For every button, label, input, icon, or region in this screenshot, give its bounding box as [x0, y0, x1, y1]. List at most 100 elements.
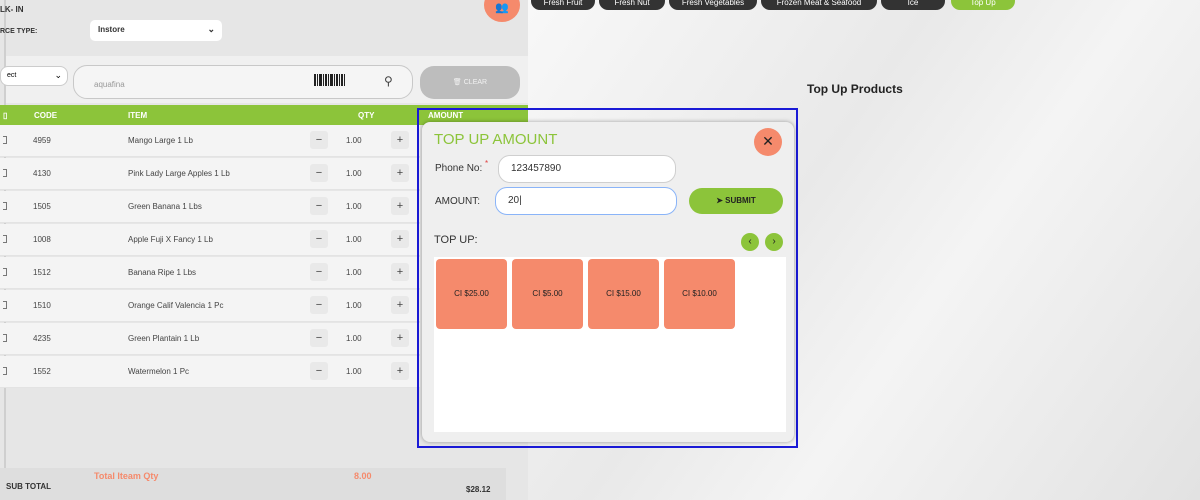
row-qty: 1.00 [346, 367, 362, 376]
phone-label: Phone No: * [435, 159, 488, 174]
row-checkbox[interactable] [3, 268, 7, 276]
table-row[interactable]: 1008 Apple Fuji X Fancy 1 Lb − 1.00 + [0, 224, 420, 256]
row-item: Orange Calif Valencia 1 Pc [128, 301, 224, 310]
qty-decrease-button[interactable]: − [310, 362, 328, 380]
row-qty: 1.00 [346, 301, 362, 310]
summary-bar: Total Iteam Qty 8.00 SUB TOTAL $28.12 [0, 468, 506, 500]
search-icon[interactable]: ⚲ [384, 74, 393, 88]
col-qty: QTY [358, 111, 375, 120]
row-item: Pink Lady Large Apples 1 Lb [128, 169, 230, 178]
qty-increase-button[interactable]: + [391, 197, 409, 215]
submit-button[interactable]: ➤ SUBMIT [689, 188, 783, 214]
table-row[interactable]: 1510 Orange Calif Valencia 1 Pc − 1.00 + [0, 290, 420, 322]
qty-increase-button[interactable]: + [391, 329, 409, 347]
next-arrow-icon[interactable]: › [765, 233, 783, 251]
subtotal-label: SUB TOTAL [6, 482, 52, 491]
row-qty: 1.00 [346, 169, 362, 178]
filter-select-value: ect [7, 72, 17, 79]
qty-increase-button[interactable]: + [391, 263, 409, 281]
total-qty-label: Total Iteam Qty [94, 471, 159, 481]
row-checkbox[interactable] [3, 334, 7, 342]
amount-input[interactable]: 20| [495, 187, 677, 215]
table-row[interactable]: 4959 Mango Large 1 Lb − 1.00 + [0, 125, 420, 157]
filter-select[interactable]: ect ⌄ [0, 66, 68, 86]
table-row[interactable]: 4235 Green Plantain 1 Lb − 1.00 + [0, 323, 420, 355]
qty-increase-button[interactable]: + [391, 362, 409, 380]
prev-arrow-icon[interactable]: ‹ [741, 233, 759, 251]
qty-increase-button[interactable]: + [391, 131, 409, 149]
row-code: 4959 [33, 136, 51, 145]
row-code: 4235 [33, 334, 51, 343]
category-tab-fresh-vegetables[interactable]: Fresh Vegetables [669, 0, 757, 10]
qty-decrease-button[interactable]: − [310, 329, 328, 347]
row-qty: 1.00 [346, 202, 362, 211]
phone-input[interactable]: 123457890 [498, 155, 676, 183]
col-code: CODE [34, 111, 58, 120]
topup-tile[interactable]: CI $15.00 [588, 259, 659, 329]
category-tab-top-up[interactable]: Top Up [951, 0, 1015, 10]
col-item: ITEM [128, 111, 148, 120]
qty-increase-button[interactable]: + [391, 230, 409, 248]
clear-button-label: CLEAR [463, 79, 488, 86]
row-code: 1008 [33, 235, 51, 244]
submit-button-label: SUBMIT [725, 196, 756, 205]
row-item: Mango Large 1 Lb [128, 136, 193, 145]
required-mark: * [485, 159, 489, 168]
row-item: Green Plantain 1 Lb [128, 334, 200, 343]
qty-increase-button[interactable]: + [391, 164, 409, 182]
chevron-down-icon: ⌄ [54, 70, 62, 80]
clear-button[interactable]: 🗑 CLEAR [420, 66, 520, 99]
product-search-input[interactable]: aquafina ⚲ [73, 65, 413, 99]
row-code: 1510 [33, 301, 51, 310]
row-qty: 1.00 [346, 268, 362, 277]
amount-label: AMOUNT: [435, 196, 480, 207]
category-tab-ice[interactable]: Ice [881, 0, 945, 10]
row-item: Apple Fuji X Fancy 1 Lb [128, 235, 213, 244]
source-type-select[interactable]: Instore ⌄ [90, 20, 222, 41]
row-code: 1505 [33, 202, 51, 211]
row-code: 1552 [33, 367, 51, 376]
topup-tile-grid: CI $25.00 CI $5.00 CI $15.00 CI $10.00 [434, 257, 786, 432]
table-row[interactable]: 4130 Pink Lady Large Apples 1 Lb − 1.00 … [0, 158, 420, 190]
qty-decrease-button[interactable]: − [310, 164, 328, 182]
category-tab-frozen-meat-seafood[interactable]: Frozen Meat & Seafood [761, 0, 877, 10]
phone-input-value: 123457890 [511, 163, 562, 174]
search-placeholder: aquafina [94, 80, 125, 89]
select-all-checkbox[interactable]: ▯ [3, 111, 7, 120]
row-qty: 1.00 [346, 136, 362, 145]
row-checkbox[interactable] [3, 169, 7, 177]
qty-decrease-button[interactable]: − [310, 197, 328, 215]
qty-increase-button[interactable]: + [391, 296, 409, 314]
topup-tile[interactable]: CI $5.00 [512, 259, 583, 329]
row-checkbox[interactable] [3, 235, 7, 243]
qty-decrease-button[interactable]: − [310, 296, 328, 314]
qty-decrease-button[interactable]: − [310, 131, 328, 149]
category-tab-fresh-nut[interactable]: Fresh Nut [599, 0, 665, 10]
category-tab-fresh-fruit[interactable]: Fresh Fruit [531, 0, 595, 10]
row-checkbox[interactable] [3, 202, 7, 210]
topup-products-heading: Top Up Products [807, 82, 903, 96]
qty-decrease-button[interactable]: − [310, 263, 328, 281]
chevron-down-icon: ⌄ [207, 24, 215, 34]
row-code: 4130 [33, 169, 51, 178]
topup-tile[interactable]: CI $25.00 [436, 259, 507, 329]
qty-decrease-button[interactable]: − [310, 230, 328, 248]
row-item: Green Banana 1 Lbs [128, 202, 202, 211]
topup-tile[interactable]: CI $10.00 [664, 259, 735, 329]
row-checkbox[interactable] [3, 301, 7, 309]
amount-input-value: 20 [508, 195, 520, 206]
row-checkbox[interactable] [3, 367, 7, 375]
table-row[interactable]: 1505 Green Banana 1 Lbs − 1.00 + [0, 191, 420, 223]
row-checkbox[interactable] [3, 136, 7, 144]
subtotal-value: $28.12 [466, 485, 491, 494]
table-row[interactable]: 1512 Banana Ripe 1 Lbs − 1.00 + [0, 257, 420, 289]
total-qty-value: 8.00 [354, 471, 372, 481]
row-code: 1512 [33, 268, 51, 277]
table-row[interactable]: 1552 Watermelon 1 Pc − 1.00 + [0, 356, 420, 388]
page-title: LK- IN [0, 5, 24, 14]
row-item: Watermelon 1 Pc [128, 367, 190, 376]
source-type-value: Instore [98, 25, 125, 34]
barcode-icon[interactable] [314, 74, 348, 86]
close-icon[interactable]: ✕ [754, 128, 782, 156]
source-type-label: RCE TYPE: [0, 28, 38, 35]
